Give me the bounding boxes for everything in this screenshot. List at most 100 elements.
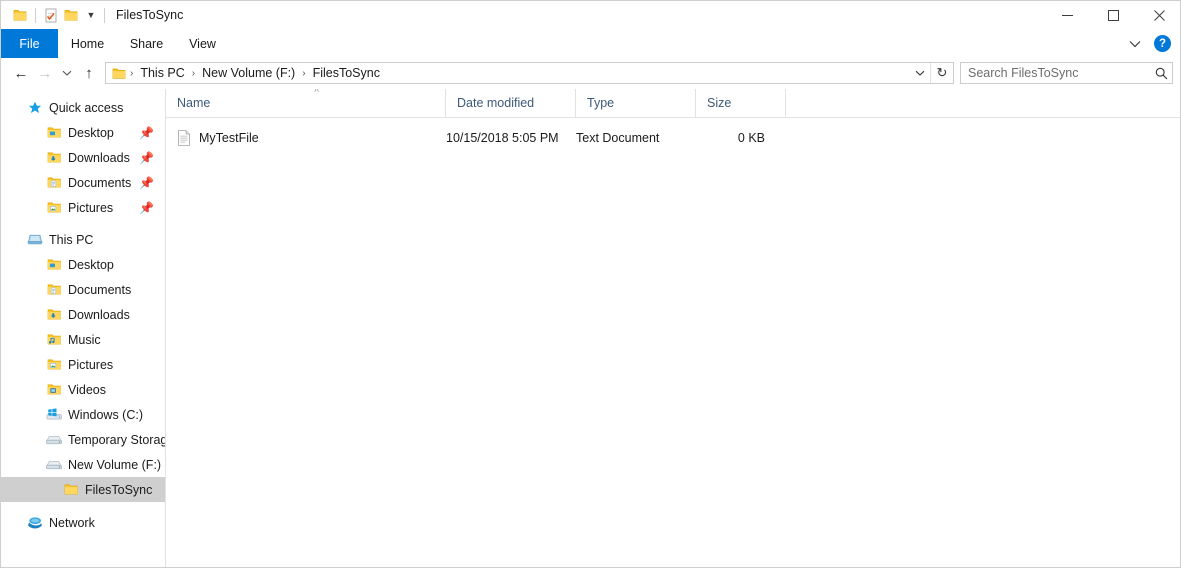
table-row[interactable]: MyTestFile 10/15/2018 5:05 PM Text Docum… [166,126,1180,150]
file-name-label: MyTestFile [199,131,259,145]
drive-windows-icon [46,407,62,423]
sidebar-item-windows-c[interactable]: Windows (C:) [1,402,165,427]
network-icon [27,515,43,531]
sidebar-item-label: Videos [68,382,106,397]
column-header-label: Date modified [457,96,535,110]
column-header-row: ˄ Name Date modified Type Size [166,89,1180,118]
sidebar-item-label: FilesToSync [85,482,153,497]
ribbon-right-controls: ? [1122,29,1176,58]
column-header-label: Size [707,96,732,110]
address-history-chevron-down-icon[interactable] [910,63,930,83]
sidebar-item-label: Pictures [68,357,114,372]
nav-group-quick-access[interactable]: Quick access [1,95,165,120]
sidebar-item-music[interactable]: Music [1,327,165,352]
qat-customize-dropdown-icon[interactable]: ▼ [82,4,100,26]
ribbon-expand-chevron-down-icon[interactable] [1122,32,1148,56]
column-header-date-modified[interactable]: Date modified [446,89,576,117]
sidebar-item-temporary-storage[interactable]: Temporary Storage ( [1,427,165,452]
minimize-button[interactable] [1044,1,1090,29]
search-icon[interactable] [1150,63,1172,83]
pin-icon[interactable]: 📌 [139,177,154,189]
drive-icon [46,432,62,448]
folder-desktop-icon [46,125,62,141]
sidebar-item-desktop[interactable]: Desktop [1,252,165,277]
this-pc-icon [27,232,43,248]
column-header-name[interactable]: ˄ Name [166,89,446,117]
ribbon-tab-bar: File Home Share View ? [1,29,1180,59]
sidebar-item-pictures[interactable]: Pictures [1,352,165,377]
sidebar-item-label: Downloads [68,150,130,165]
sidebar-item-label: Documents [68,282,132,297]
sidebar-item-quick-downloads[interactable]: Downloads 📌 [1,145,165,170]
column-header-type[interactable]: Type [576,89,696,117]
qat-new-folder-icon[interactable] [61,4,82,26]
qat-divider-2 [104,7,105,23]
nav-group-label: Network [49,515,95,530]
sidebar-item-filestosync[interactable]: FilesToSync [1,477,165,502]
sidebar-item-quick-documents[interactable]: Documents 📌 [1,170,165,195]
breadcrumb-folder-icon [112,67,127,80]
file-size-cell: 0 KB [737,131,765,145]
qat-folder-icon[interactable] [10,4,31,26]
folder-pictures-icon [46,200,62,216]
file-list-pane: ˄ Name Date modified Type Size MyTestFil… [166,89,1180,567]
breadcrumb-item-filestosync[interactable]: FilesToSync [307,63,386,83]
breadcrumb-item-this-pc[interactable]: This PC [134,63,190,83]
nav-group-label: This PC [49,232,94,247]
sidebar-item-label: Documents [68,175,132,190]
column-header-size[interactable]: Size [696,89,786,117]
help-button[interactable]: ? [1154,35,1171,52]
sort-ascending-caret-icon: ˄ [314,89,320,95]
file-date-cell: 10/15/2018 5:05 PM [446,131,559,145]
breadcrumb-item-new-volume[interactable]: New Volume (F:) [196,63,301,83]
recent-locations-button[interactable] [57,61,77,85]
sidebar-item-label: Windows (C:) [68,407,144,422]
folder-music-icon [46,332,62,348]
qat-properties-icon[interactable] [40,4,61,26]
folder-pictures-icon [46,357,62,373]
refresh-button[interactable]: ↻ [930,63,953,83]
forward-button[interactable]: → [33,61,57,85]
column-header-label: Type [587,96,615,110]
folder-downloads-icon [46,150,62,166]
title-bar: ▼ FilesToSync [1,1,1180,29]
sidebar-item-new-volume-f[interactable]: New Volume (F:) [1,452,165,477]
nav-group-network[interactable]: Network [1,510,165,535]
pin-icon[interactable]: 📌 [139,202,154,214]
sidebar-item-label: Temporary Storage ( [68,432,165,447]
window-controls [1044,1,1180,29]
window-title: FilesToSync [116,8,184,22]
folder-icon [63,482,79,498]
nav-group-this-pc[interactable]: This PC [1,227,165,252]
maximize-button[interactable] [1090,1,1136,29]
pin-icon[interactable]: 📌 [139,152,154,164]
sidebar-item-quick-pictures[interactable]: Pictures 📌 [1,195,165,220]
sidebar-item-label: New Volume (F:) [68,457,162,472]
sidebar-item-documents[interactable]: Documents [1,277,165,302]
navigation-pane: Quick access Desktop 📌 Downloads 📌 Docum… [1,89,166,567]
breadcrumb-bar[interactable]: › This PC › New Volume (F:) › FilesToSyn… [105,62,954,84]
pin-icon[interactable]: 📌 [139,127,154,139]
drive-icon [46,457,62,473]
up-button[interactable]: ↑ [77,61,101,85]
nav-group-label: Quick access [49,100,124,115]
tab-share[interactable]: Share [117,29,176,58]
close-button[interactable] [1136,1,1180,29]
tab-file[interactable]: File [1,29,58,58]
back-button[interactable]: ← [9,61,33,85]
search-input[interactable] [961,65,1150,81]
sidebar-item-label: Desktop [68,125,114,140]
search-box[interactable] [960,62,1173,84]
qat-divider [35,7,36,23]
column-header-label: Name [177,96,211,110]
sidebar-item-label: Pictures [68,200,114,215]
address-bar: ← → ↑ › This PC › New Volume (F:) › File… [1,58,1180,89]
tab-home[interactable]: Home [58,29,117,58]
folder-downloads-icon [46,307,62,323]
sidebar-item-downloads[interactable]: Downloads [1,302,165,327]
sidebar-item-videos[interactable]: Videos [1,377,165,402]
star-icon [27,100,43,116]
breadcrumb-tail: ↻ [910,63,953,83]
tab-view[interactable]: View [176,29,229,58]
sidebar-item-quick-desktop[interactable]: Desktop 📌 [1,120,165,145]
